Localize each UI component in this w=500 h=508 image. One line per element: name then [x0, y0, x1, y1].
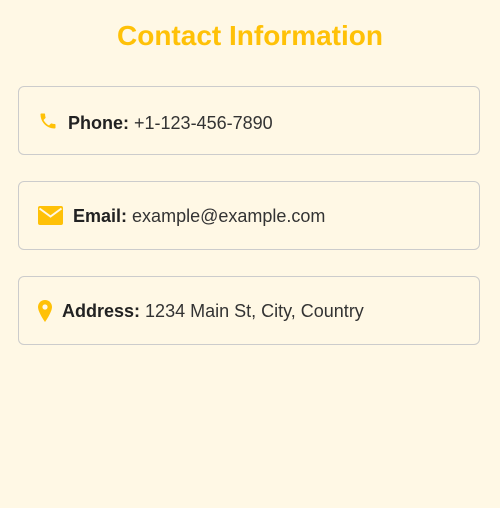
map-pin-icon: [38, 299, 52, 322]
phone-icon: [38, 111, 58, 131]
phone-card: Phone: +1-123-456-7890: [18, 86, 480, 155]
address-value: 1234 Main St, City, Country: [145, 300, 364, 321]
email-card: Email: example@example.com: [18, 181, 480, 250]
phone-value: +1-123-456-7890: [134, 112, 273, 133]
address-label: Address:: [62, 300, 141, 321]
address-card: Address: 1234 Main St, City, Country: [18, 276, 480, 345]
email-value: example@example.com: [132, 205, 326, 226]
phone-label: Phone:: [68, 112, 129, 133]
envelope-icon: [38, 206, 63, 225]
page-title: Contact Information: [117, 20, 383, 51]
email-label: Email:: [73, 205, 128, 226]
